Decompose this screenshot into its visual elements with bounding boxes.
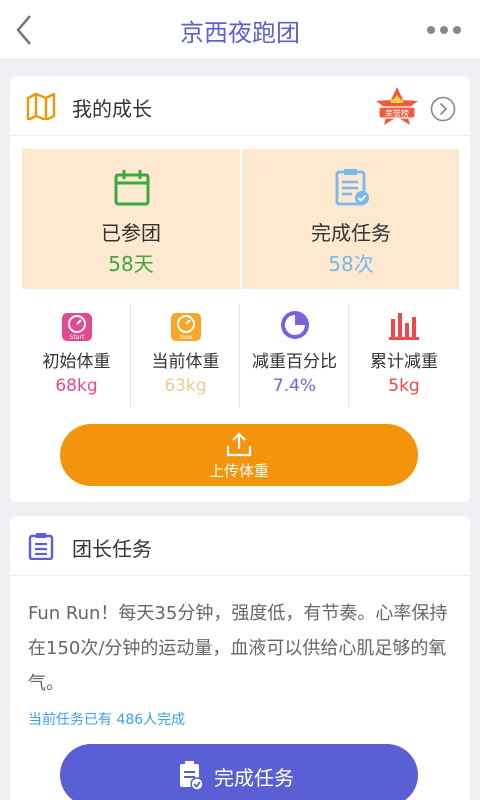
- stat-tasks: 完成任务 58次: [242, 149, 460, 289]
- growth-card-header[interactable]: 我的成长 荣誉榜: [10, 76, 470, 136]
- task-list-icon: [335, 169, 369, 206]
- chevron-right-icon[interactable]: [430, 96, 456, 122]
- metric-label: 当前体重: [151, 352, 220, 372]
- metric-label: 减重百分比: [252, 352, 337, 372]
- metric-weight-loss-percent: 减重百分比 7.4%: [240, 301, 349, 411]
- map-icon: [26, 92, 56, 120]
- metric-current-weight: Now 当前体重 63kg: [131, 301, 240, 411]
- now-icon-text: Now: [179, 334, 192, 341]
- upload-weight-button[interactable]: 上传体重: [60, 424, 418, 486]
- task-description: Fun Run！每天35分钟，强度低，有节奏。心率保持在150次/分钟的运动量，…: [28, 603, 448, 694]
- metric-value: 68kg: [55, 376, 98, 396]
- task-card: 团长任务 Fun Run！每天35分钟，强度低，有节奏。心率保持在150次/分钟…: [10, 516, 470, 800]
- start-icon-text: Start: [70, 334, 85, 341]
- app-header: 京西夜跑团: [0, 0, 480, 60]
- metric-label: 初始体重: [42, 352, 111, 372]
- task-title: 团长任务: [72, 537, 152, 561]
- task-progress-text: 当前任务已有 486人完成: [28, 712, 186, 728]
- bar-chart-icon: [389, 313, 419, 340]
- stats-panel: 已参团 58天 完成任务 58次: [22, 149, 459, 289]
- more-dots-icon[interactable]: [426, 22, 462, 38]
- honor-badge-icon[interactable]: 荣誉榜: [373, 86, 421, 128]
- growth-title: 我的成长: [72, 97, 152, 121]
- metric-total-loss: 累计减重 5kg: [349, 301, 459, 411]
- clipboard-icon: [28, 533, 54, 560]
- metric-value: 63kg: [164, 376, 207, 396]
- metric-label: 累计减重: [370, 352, 438, 372]
- stat-value: 58次: [328, 252, 374, 276]
- calendar-icon: [114, 170, 150, 206]
- metric-value: 7.4%: [272, 376, 317, 396]
- growth-card: 我的成长 荣誉榜 已参团 58天 完成任务 58次 Start 初始体重 68k…: [10, 76, 470, 502]
- stat-label: 已参团: [101, 221, 161, 245]
- stat-joined: 已参团 58天: [22, 149, 240, 289]
- badge-text: 荣誉榜: [385, 108, 409, 118]
- pie-icon: [281, 311, 309, 339]
- stat-label: 完成任务: [311, 221, 391, 245]
- complete-task-label: 完成任务: [214, 766, 294, 790]
- task-card-header: 团长任务: [10, 516, 470, 576]
- stat-value: 58天: [108, 252, 154, 276]
- now-scale-icon: Now: [171, 313, 201, 341]
- task-check-icon: [180, 761, 204, 790]
- start-scale-icon: Start: [62, 313, 92, 341]
- page-title: 京西夜跑团: [180, 19, 300, 47]
- complete-task-button[interactable]: 完成任务: [60, 744, 418, 800]
- weight-metrics: Start 初始体重 68kg Now 当前体重 63kg 减重百分比 7.4%: [22, 301, 459, 411]
- upload-weight-label: 上传体重: [208, 462, 269, 480]
- upload-icon: [226, 432, 252, 457]
- metric-initial-weight: Start 初始体重 68kg: [22, 301, 131, 411]
- metric-value: 5kg: [388, 376, 420, 396]
